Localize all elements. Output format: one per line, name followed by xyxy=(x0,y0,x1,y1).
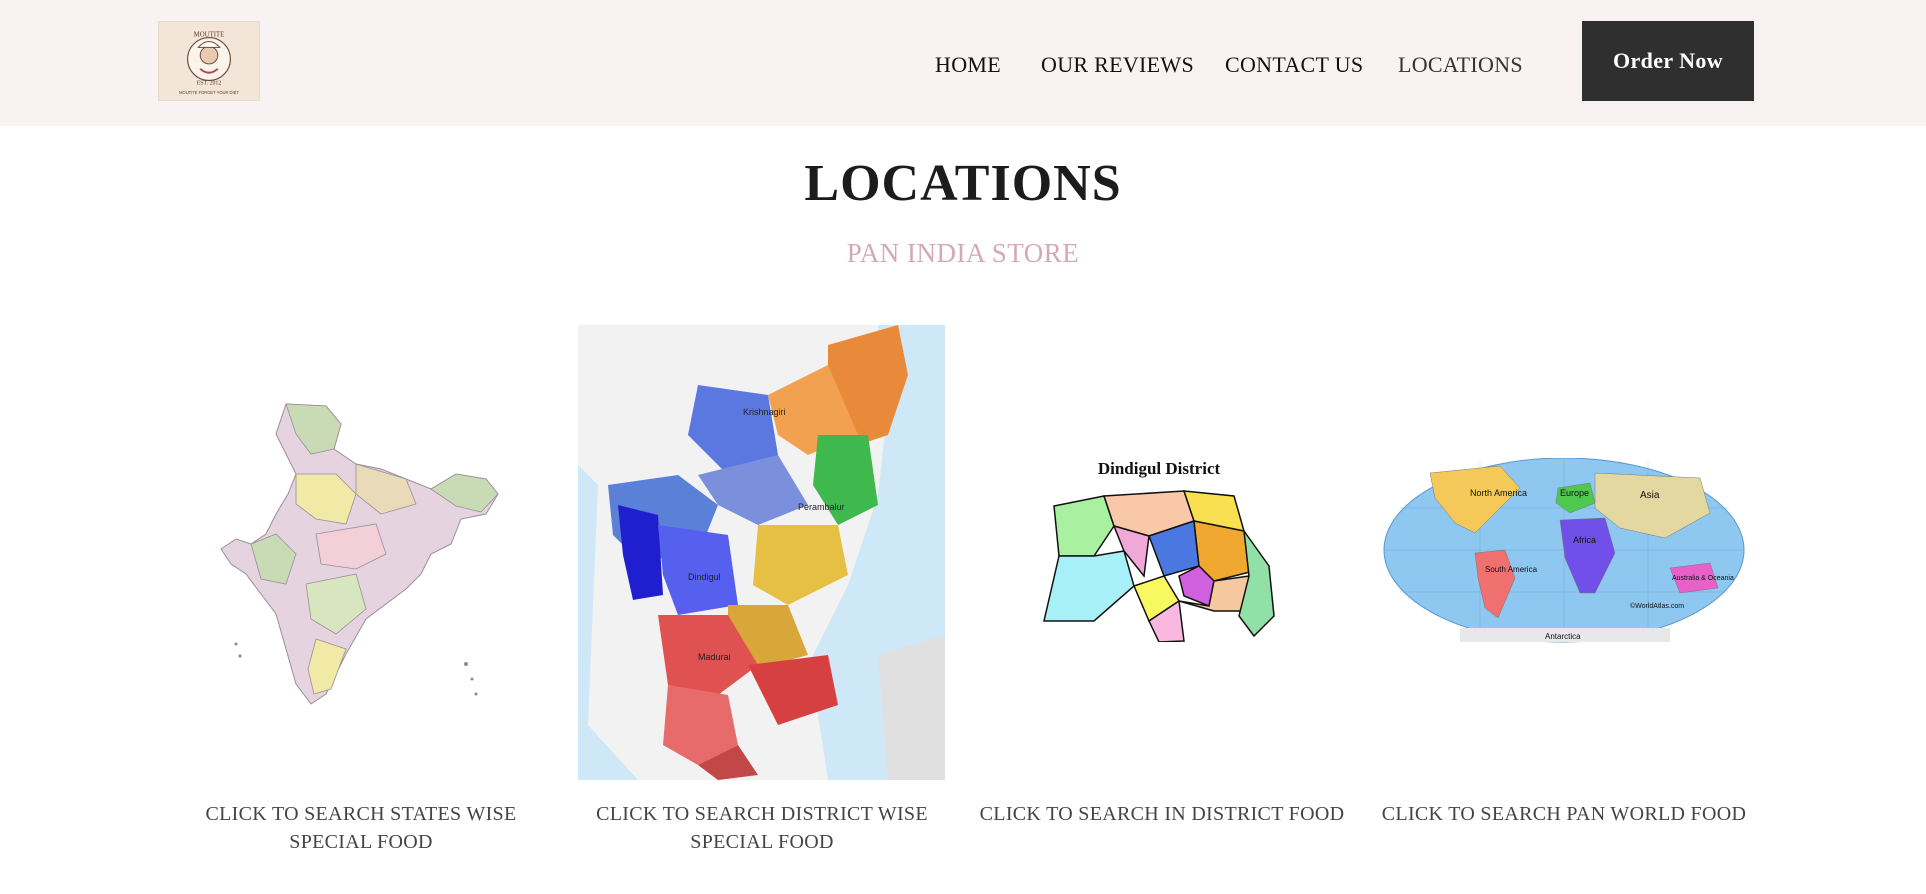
logo-text: MOUTITE xyxy=(194,32,225,39)
nav-contact-us[interactable]: CONTACT US xyxy=(1225,52,1363,78)
page-subtitle: PAN INDIA STORE xyxy=(846,238,1080,268)
nav-our-reviews[interactable]: OUR REVIEWS xyxy=(1041,52,1194,78)
world-label-australia: Australia & Oceania xyxy=(1672,575,1734,582)
svg-text:Krishnagiri: Krishnagiri xyxy=(743,407,786,417)
india-states-map-image[interactable] xyxy=(216,394,506,714)
worldatlas-credit: ©WorldAtlas.com xyxy=(1630,602,1684,610)
world-label-south-america: South America xyxy=(1485,565,1538,574)
world-label-antarctica: Antarctica xyxy=(1545,632,1581,641)
world-label-asia: Asia xyxy=(1640,490,1660,501)
pan-world-caption[interactable]: CLICK TO SEARCH PAN WORLD FOOD xyxy=(1366,800,1762,828)
dindigul-district-map-image[interactable]: Dindigul District xyxy=(1034,456,1284,642)
in-district-caption[interactable]: CLICK TO SEARCH IN DISTRICT FOOD xyxy=(966,800,1358,828)
states-wise-caption[interactable]: CLICK TO SEARCH STATES WISE SPECIAL FOOD xyxy=(196,800,526,856)
site-logo[interactable]: MOUTITE EST. 2012 MOUTITE FORGET YOUR DI… xyxy=(158,21,260,101)
world-map-image[interactable]: North America South America Europe Asia … xyxy=(1380,458,1748,650)
world-label-africa: Africa xyxy=(1573,535,1596,545)
svg-text:MOUTITE FORGET YOUR DIET: MOUTITE FORGET YOUR DIET xyxy=(179,90,239,95)
nav-locations[interactable]: LOCATIONS xyxy=(1398,52,1523,78)
svg-text:EST. 2012: EST. 2012 xyxy=(197,80,222,86)
page-title: LOCATIONS xyxy=(804,155,1122,212)
district-wise-caption[interactable]: CLICK TO SEARCH DISTRICT WISE SPECIAL FO… xyxy=(586,800,938,856)
nav-home[interactable]: HOME xyxy=(935,52,1001,78)
district-map-image[interactable]: Krishnagiri Perambalur Dindigul Madurai xyxy=(578,325,945,780)
order-now-button[interactable]: Order Now xyxy=(1582,21,1754,101)
world-label-europe: Europe xyxy=(1560,488,1589,498)
svg-text:Madurai: Madurai xyxy=(698,652,731,662)
site-header: MOUTITE EST. 2012 MOUTITE FORGET YOUR DI… xyxy=(0,0,1926,126)
dindigul-map-title: Dindigul District xyxy=(1098,459,1221,478)
svg-text:Perambalur: Perambalur xyxy=(798,502,845,512)
svg-text:Dindigul: Dindigul xyxy=(688,572,721,582)
world-label-north-america: North America xyxy=(1470,488,1527,498)
